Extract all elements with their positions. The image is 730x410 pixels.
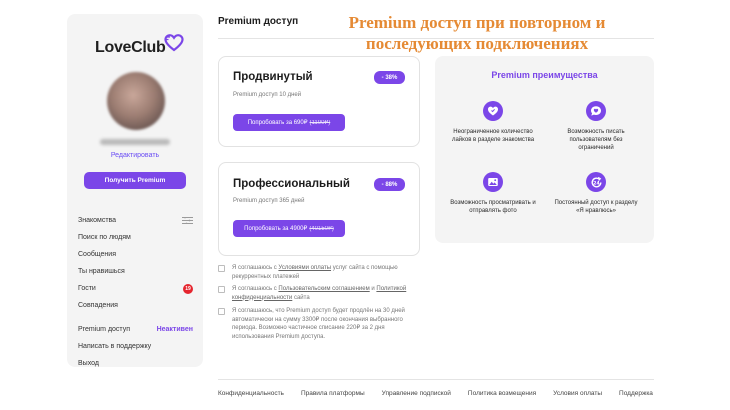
username-blurred: [100, 139, 170, 145]
overlay-caption: Premium доступ при повторном и последующ…: [348, 13, 606, 53]
discount-badge: - 38%: [374, 71, 405, 84]
try-plan-button[interactable]: Попробовать за 690₽ (1100₽): [233, 114, 345, 131]
checkbox[interactable]: [218, 265, 225, 272]
sidebar-nav-secondary: Premium доступ Неактивен Написать в подд…: [78, 321, 193, 372]
get-premium-button[interactable]: Получить Premium: [84, 172, 186, 189]
sidebar-item-liked-you[interactable]: Ты нравишься: [78, 263, 193, 280]
footer-link-payment-terms[interactable]: Условия оплаты: [553, 390, 602, 397]
text: сайта: [292, 294, 310, 301]
footer-link-support[interactable]: Поддержка: [619, 390, 653, 397]
sidebar-item-label: Написать в поддержку: [78, 343, 152, 350]
sidebar-item-label: Сообщения: [78, 251, 116, 258]
sidebar-item-matches[interactable]: Совпадения: [78, 297, 193, 314]
sidebar-item-label: Совпадения: [78, 302, 118, 309]
sidebar-item-messages[interactable]: Сообщения: [78, 246, 193, 263]
sidebar-item-label: Гости: [78, 285, 96, 292]
page-title: Premium доступ: [218, 16, 299, 27]
button-price: Попробовать за 690₽: [247, 120, 308, 126]
footer-link-refund[interactable]: Политика возмещения: [468, 390, 536, 397]
agreement-payment: Я соглашаюсь с Условиями оплаты услуг са…: [218, 264, 418, 281]
sidebar-item-label: Выход: [78, 360, 99, 367]
benefit-item: Неограниченное количество лайков в разде…: [448, 101, 538, 144]
text: Я соглашаюсь с: [232, 265, 279, 271]
plan-subtitle: Premium доступ 365 дней: [233, 198, 305, 204]
sidebar-item-dating[interactable]: Знакомства: [78, 212, 193, 229]
divider: [218, 379, 654, 380]
plan-name: Профессиональный: [233, 178, 350, 190]
payment-terms-link[interactable]: Условиями оплаты: [278, 265, 331, 271]
sidebar-item-label: Знакомства: [78, 217, 117, 224]
sidebar-item-guests[interactable]: Гости 19: [78, 280, 193, 297]
benefit-item: 24 Постоянный доступ к разделу «Я нравлю…: [551, 172, 641, 215]
user-agreement-link[interactable]: Пользовательским соглашением: [278, 286, 369, 292]
agreement-text: Я соглашаюсь с Пользовательским соглашен…: [232, 285, 418, 302]
chat-heart-icon: [586, 101, 606, 121]
plan-card-professional[interactable]: Профессиональный - 88% Premium доступ 36…: [218, 162, 420, 256]
plan-card-advanced[interactable]: Продвинутый - 38% Premium доступ 10 дней…: [218, 56, 420, 147]
benefit-text: Постоянный доступ к разделу «Я нравлюсь»: [554, 200, 638, 214]
agreement-auto-renew: Я соглашаюсь, что Premium доступ будет п…: [218, 307, 418, 341]
edit-profile-link[interactable]: Редактировать: [67, 152, 203, 159]
refresh-24-icon: 24: [586, 172, 606, 192]
checkbox[interactable]: [218, 308, 225, 315]
agreement-text: Я соглашаюсь, что Premium доступ будет п…: [232, 308, 405, 340]
svg-text:24: 24: [593, 180, 599, 186]
sidebar-item-support[interactable]: Написать в поддержку: [78, 338, 193, 355]
footer-links: Конфиденциальность Правила платформы Упр…: [218, 390, 658, 397]
sidebar-nav: Знакомства Поиск по людям Сообщения Ты н…: [78, 212, 193, 314]
try-plan-button[interactable]: Попробовать за 4900₽ (40150₽): [233, 220, 345, 237]
sidebar-item-label: Premium доступ: [78, 326, 131, 333]
premium-benefits-panel: Premium преимущества Неограниченное коли…: [435, 56, 654, 243]
benefit-item: Возможность просматривать и отправлять ф…: [448, 172, 538, 215]
avatar[interactable]: [107, 72, 165, 130]
benefit-item: Возможность писать пользователям без огр…: [551, 101, 641, 152]
button-old-price: (40150₽): [309, 226, 334, 232]
heart-logo-icon: [164, 34, 184, 52]
image-icon: [483, 172, 503, 192]
benefit-text: Возможность писать пользователям без огр…: [567, 129, 625, 151]
agreement-text: Я соглашаюсь с Условиями оплаты услуг са…: [232, 264, 418, 281]
sidebar-item-label: Поиск по людям: [78, 234, 131, 241]
footer-link-rules[interactable]: Правила платформы: [301, 390, 365, 397]
logo-text: LoveClub: [95, 39, 166, 56]
benefit-text: Неограниченное количество лайков в разде…: [451, 129, 535, 143]
discount-badge: - 88%: [374, 178, 405, 191]
plan-name: Продвинутый: [233, 71, 313, 83]
checkbox[interactable]: [218, 286, 225, 293]
sidebar-item-label: Ты нравишься: [78, 268, 125, 275]
text: Я соглашаюсь с: [232, 286, 279, 292]
footer-link-subscription[interactable]: Управление подпиской: [382, 390, 451, 397]
premium-status: Неактивен: [156, 326, 193, 333]
sidebar: LoveClub Редактировать Получить Premium …: [67, 14, 203, 367]
benefit-text: Возможность просматривать и отправлять ф…: [450, 200, 536, 214]
plan-subtitle: Premium доступ 10 дней: [233, 92, 302, 98]
sidebar-item-search-people[interactable]: Поиск по людям: [78, 229, 193, 246]
agreement-user-terms: Я соглашаюсь с Пользовательским соглашен…: [218, 285, 418, 302]
benefits-title: Premium преимущества: [491, 70, 598, 80]
button-price: Попробовать за 4900₽: [244, 226, 308, 232]
filter-icon[interactable]: [182, 217, 193, 224]
footer-link-privacy[interactable]: Конфиденциальность: [218, 390, 284, 397]
sidebar-item-premium[interactable]: Premium доступ Неактивен: [78, 321, 193, 338]
heart-icon: [483, 101, 503, 121]
guests-count-badge: 19: [183, 283, 193, 294]
sidebar-item-logout[interactable]: Выход: [78, 355, 193, 372]
logo[interactable]: LoveClub: [95, 33, 184, 61]
button-old-price: (1100₽): [309, 120, 331, 126]
